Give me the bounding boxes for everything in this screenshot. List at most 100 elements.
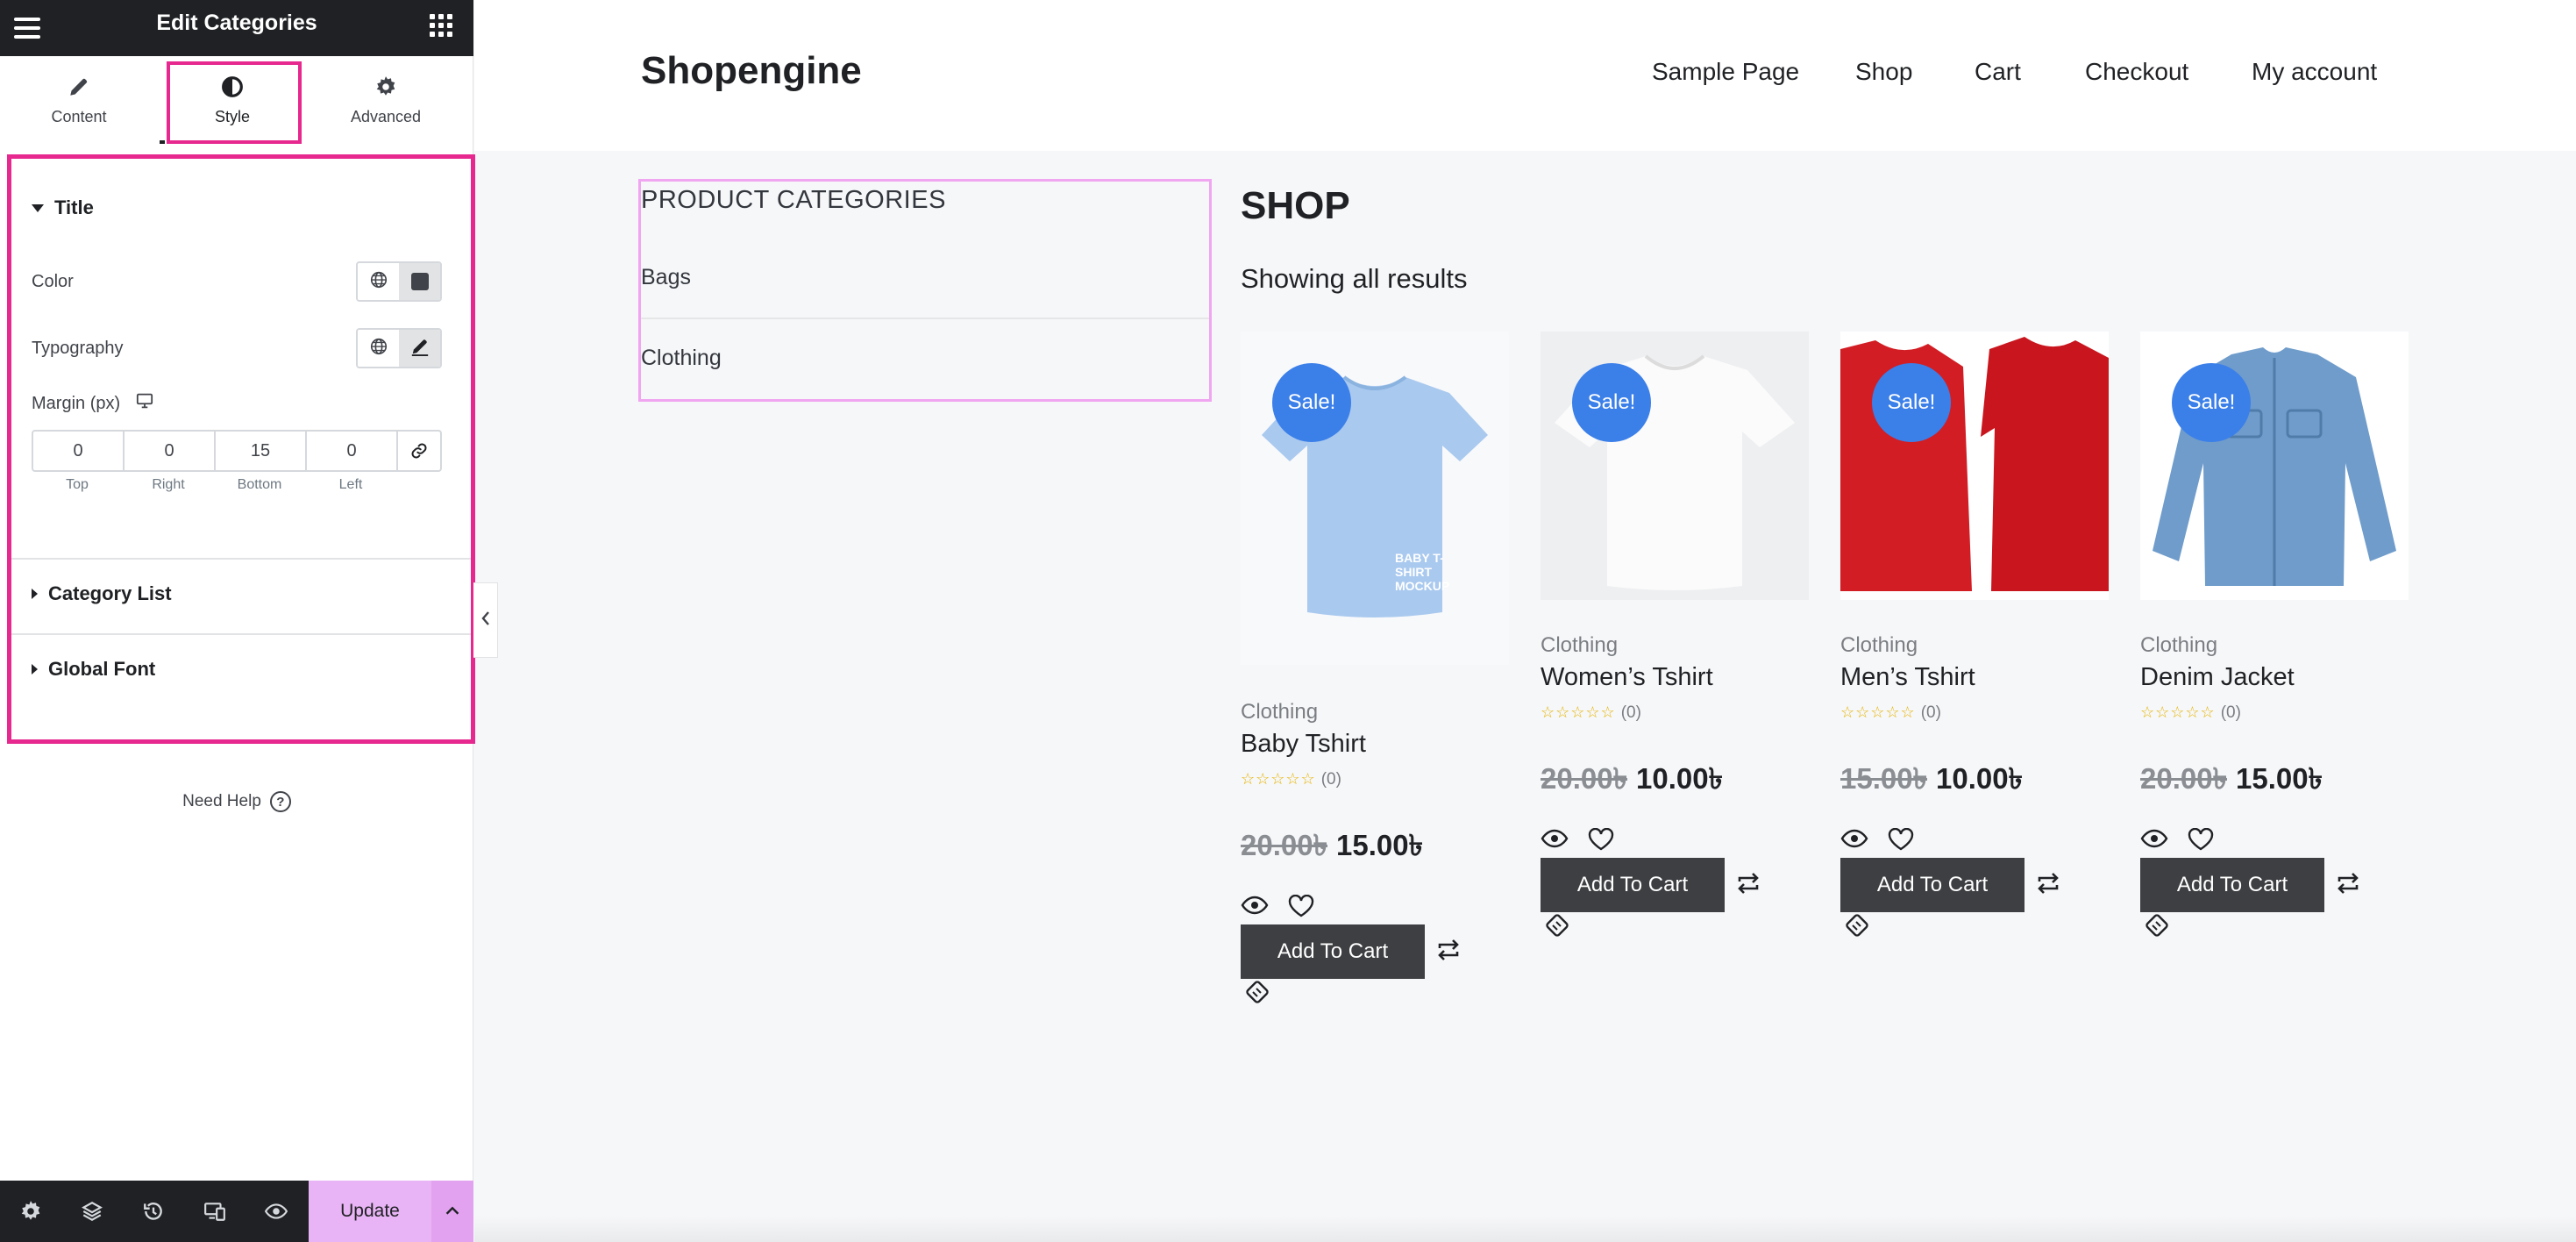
typography-control bbox=[356, 328, 442, 368]
product-image[interactable]: Sale! bbox=[1840, 332, 2109, 600]
preview-eye-icon[interactable] bbox=[246, 1181, 307, 1242]
category-divider bbox=[641, 318, 1209, 319]
edit-typography-button[interactable] bbox=[399, 330, 440, 367]
section-category-list-toggle[interactable]: Category List bbox=[32, 582, 172, 605]
settings-gear-icon[interactable] bbox=[0, 1181, 61, 1242]
section-title-toggle[interactable]: Title bbox=[32, 196, 94, 219]
nav-shop[interactable]: Shop bbox=[1855, 58, 1912, 86]
product-price: 20.00৳ 15.00৳ bbox=[1241, 823, 1423, 872]
product-name[interactable]: Women’s Tshirt bbox=[1541, 663, 1713, 692]
sale-badge: Sale! bbox=[2172, 363, 2251, 442]
compare-arrows-icon[interactable] bbox=[2035, 870, 2061, 901]
product-image[interactable]: Sale! bbox=[1541, 332, 1809, 600]
gear-icon bbox=[374, 75, 398, 99]
compare-arrows-icon[interactable] bbox=[1735, 870, 1761, 901]
add-to-cart-button[interactable]: Add To Cart bbox=[2140, 858, 2324, 912]
product-name[interactable]: Men’s Tshirt bbox=[1840, 663, 1975, 692]
rating-count: (0) bbox=[1320, 770, 1341, 789]
section-title-label: Title bbox=[54, 196, 94, 218]
globe-icon bbox=[369, 270, 388, 294]
coupon-tag-icon[interactable] bbox=[1544, 912, 1570, 943]
product-card: Sale! Clothing Men’s Tshirt ☆☆☆☆☆ (0) 15.… bbox=[1840, 332, 2109, 946]
color-picker-button[interactable] bbox=[399, 263, 440, 300]
collapse-panel-handle[interactable] bbox=[473, 582, 498, 658]
results-count: Showing all results bbox=[1241, 263, 1468, 294]
sale-price: 10.00৳ bbox=[1936, 762, 2024, 795]
need-help-link[interactable]: Need Help ? bbox=[0, 791, 473, 812]
tab-advanced[interactable]: Advanced bbox=[309, 56, 463, 144]
rating-count: (0) bbox=[1620, 703, 1641, 722]
widgets-grid-icon[interactable] bbox=[430, 14, 452, 37]
wishlist-heart-icon[interactable] bbox=[1888, 828, 1914, 851]
quick-view-eye-icon[interactable] bbox=[1241, 895, 1269, 917]
wishlist-heart-icon[interactable] bbox=[2188, 828, 2214, 851]
wishlist-heart-icon[interactable] bbox=[1288, 895, 1314, 917]
link-values-icon[interactable] bbox=[398, 432, 440, 470]
coupon-tag-icon[interactable] bbox=[1844, 912, 1870, 943]
product-name[interactable]: Baby Tshirt bbox=[1241, 730, 1366, 759]
site-title[interactable]: Shopengine bbox=[641, 49, 862, 93]
wishlist-heart-icon[interactable] bbox=[1588, 828, 1614, 851]
margin-bottom-input[interactable]: 15 bbox=[216, 432, 307, 470]
quick-view-eye-icon[interactable] bbox=[1541, 828, 1569, 851]
section-category-list-label: Category List bbox=[48, 582, 172, 604]
category-bags[interactable]: Bags bbox=[641, 265, 691, 290]
star-rating-icon: ☆☆☆☆☆ bbox=[2140, 703, 2216, 721]
add-to-cart-button[interactable]: Add To Cart bbox=[1541, 858, 1725, 912]
section-global-font-toggle[interactable]: Global Font bbox=[32, 658, 155, 681]
coupon-tag-icon[interactable] bbox=[1244, 979, 1270, 1010]
compare-arrows-icon[interactable] bbox=[1435, 937, 1462, 967]
color-label: Color bbox=[32, 272, 74, 291]
rating-count: (0) bbox=[2220, 703, 2241, 722]
rating-count: (0) bbox=[1920, 703, 1941, 722]
panel-tabs: Content Style Advanced bbox=[0, 56, 473, 147]
add-to-cart-button[interactable]: Add To Cart bbox=[1840, 858, 2025, 912]
coupon-tag-icon[interactable] bbox=[2144, 912, 2170, 943]
tab-content[interactable]: Content bbox=[2, 56, 156, 144]
global-colors-button[interactable] bbox=[358, 263, 399, 300]
section-divider bbox=[11, 558, 471, 560]
margin-right-input[interactable]: 0 bbox=[125, 432, 216, 470]
star-rating-icon: ☆☆☆☆☆ bbox=[1541, 703, 1616, 721]
history-icon[interactable] bbox=[123, 1181, 184, 1242]
product-card: Sale! Clothing Women’s Tshirt ☆☆☆☆☆ (0) 2… bbox=[1541, 332, 1809, 946]
update-button[interactable]: Update bbox=[309, 1181, 431, 1242]
product-price: 20.00৳ 10.00৳ bbox=[1541, 756, 1723, 805]
product-name[interactable]: Denim Jacket bbox=[2140, 663, 2295, 692]
nav-sample-page[interactable]: Sample Page bbox=[1652, 58, 1799, 86]
nav-cart[interactable]: Cart bbox=[1975, 58, 2021, 86]
add-to-cart-button[interactable]: Add To Cart bbox=[1241, 924, 1425, 979]
product-image[interactable]: Sale! bbox=[2140, 332, 2409, 600]
layers-icon[interactable] bbox=[61, 1181, 123, 1242]
responsive-mode-icon[interactable] bbox=[184, 1181, 246, 1242]
product-image[interactable]: BABY T-SHIRT MOCKUP Sale! bbox=[1241, 332, 1509, 665]
nav-checkout[interactable]: Checkout bbox=[2085, 58, 2188, 86]
margin-top-label: Top bbox=[66, 477, 89, 492]
margin-left-input[interactable]: 0 bbox=[307, 432, 398, 470]
product-category: Clothing bbox=[1541, 633, 1619, 657]
old-price: 20.00৳ bbox=[2140, 762, 2228, 795]
nav-my-account[interactable]: My account bbox=[2252, 58, 2377, 86]
tab-style[interactable]: Style bbox=[163, 56, 302, 144]
pencil-icon bbox=[67, 75, 91, 99]
margin-top-input[interactable]: 0 bbox=[33, 432, 125, 470]
margin-label: Margin (px) bbox=[32, 393, 121, 413]
margin-side-labels: Top Right Bottom Left bbox=[32, 477, 396, 493]
caret-right-icon bbox=[32, 589, 38, 599]
product-actions bbox=[1241, 895, 1314, 917]
sale-price: 15.00৳ bbox=[2236, 762, 2323, 795]
quick-view-eye-icon[interactable] bbox=[2140, 828, 2168, 851]
category-clothing[interactable]: Clothing bbox=[641, 346, 722, 371]
desktop-icon[interactable] bbox=[136, 393, 153, 414]
chevron-up-icon[interactable] bbox=[431, 1181, 473, 1242]
margin-left-label: Left bbox=[338, 477, 363, 492]
old-price: 20.00৳ bbox=[1241, 829, 1328, 861]
product-rating: ☆☆☆☆☆ (0) bbox=[2140, 703, 2241, 723]
sale-price: 15.00৳ bbox=[1336, 829, 1424, 861]
shop-title: SHOP bbox=[1241, 184, 1350, 227]
need-help-label: Need Help bbox=[182, 792, 261, 810]
quick-view-eye-icon[interactable] bbox=[1840, 828, 1868, 851]
product-category: Clothing bbox=[1241, 700, 1319, 724]
global-fonts-button[interactable] bbox=[358, 330, 399, 367]
compare-arrows-icon[interactable] bbox=[2335, 870, 2361, 901]
